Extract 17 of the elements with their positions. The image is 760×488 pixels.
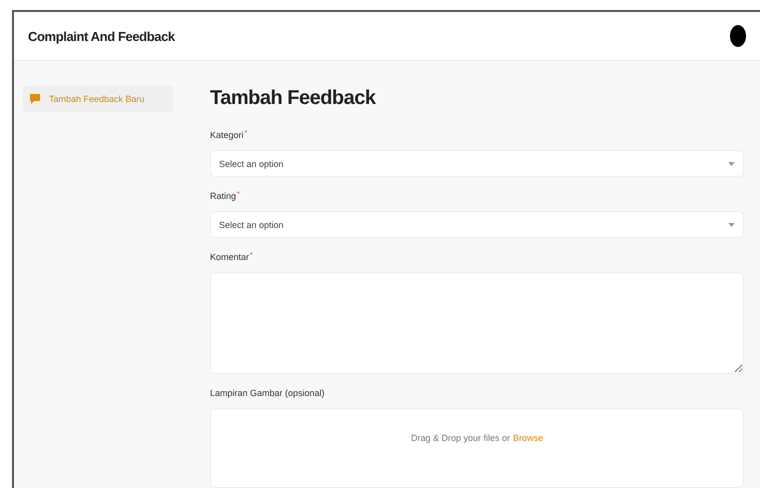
browse-link[interactable]: Browse (513, 433, 544, 487)
field-label: Kategori (210, 130, 244, 141)
comment-field[interactable] (210, 272, 744, 374)
field-label: Rating (210, 191, 236, 202)
page-title: Tambah Feedback (210, 87, 377, 110)
caret-icon (728, 162, 735, 166)
field-label: Lampiran Gambar (opsional) (210, 388, 325, 399)
file-drop-zone[interactable]: Drag & Drop your files or Browse (210, 408, 744, 488)
caret-icon (728, 222, 735, 226)
select-field[interactable]: Select an option (210, 150, 744, 177)
chat-bubble-icon (29, 93, 41, 105)
sidebar-item[interactable]: Tambah Feedback Baru (23, 86, 173, 112)
field-label: Komentar (210, 252, 250, 263)
drop-hint: Drag & Drop your files or (410, 433, 510, 445)
app-title: Complaint And Feedback (28, 28, 175, 44)
avatar-icon[interactable] (730, 25, 746, 47)
select-field[interactable]: Select an option (210, 211, 744, 238)
